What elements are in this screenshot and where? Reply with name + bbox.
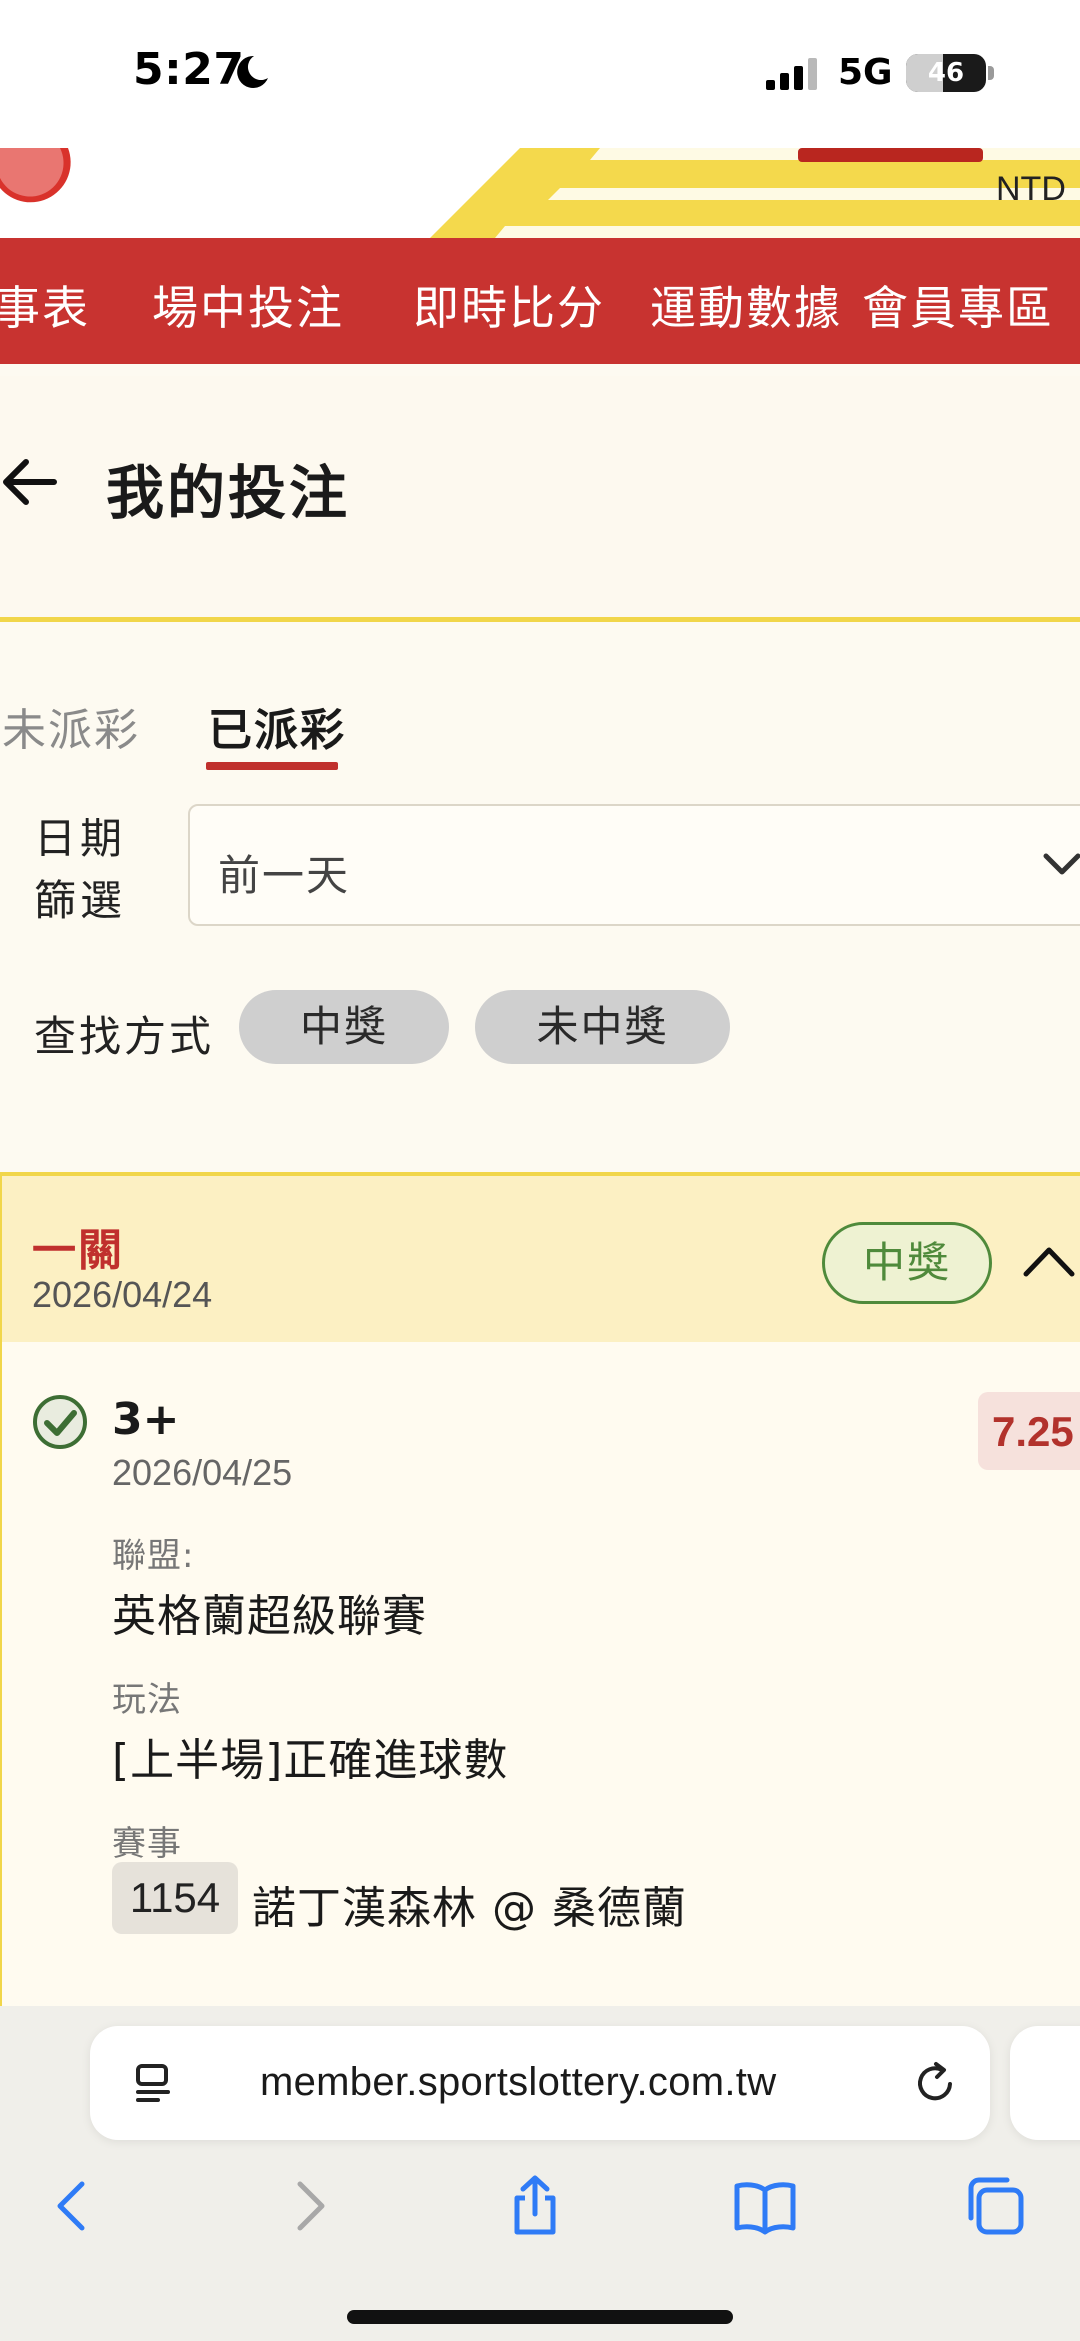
forward-icon[interactable] — [276, 2174, 340, 2238]
reload-icon[interactable] — [912, 2060, 958, 2106]
nav-item-member-area[interactable]: 會員專區 — [862, 272, 1054, 338]
back-arrow-icon[interactable] — [0, 454, 60, 510]
market-value: [上半場]正確進球數 — [112, 1735, 509, 1786]
odds-value: 7.25 — [992, 1408, 1074, 1455]
check-circle-icon — [33, 1395, 87, 1449]
event-code: 1154 — [112, 1862, 238, 1934]
bet-card-body: 3+ 2026/04/25 7.25 聯盟: 英格蘭超級聯賽 玩法 [上半場]正… — [0, 1342, 1080, 2006]
tabs-icon[interactable] — [963, 2174, 1027, 2238]
site-banner: NTD — [0, 148, 1080, 238]
bet-type: 一關 — [32, 1225, 124, 1276]
cellular-signal-icon — [766, 58, 817, 90]
main-nav: 事表 場中投注 即時比分 運動數據 會員專區 — [0, 238, 1080, 364]
page-menu-icon[interactable] — [134, 2062, 174, 2106]
network-type: 5G — [838, 52, 893, 93]
league-label: 聯盟: — [112, 1536, 195, 1576]
bet-date: 2026/04/24 — [32, 1274, 213, 1315]
match-date: 2026/04/25 — [112, 1452, 293, 1493]
battery-percent: 46 — [927, 58, 965, 88]
next-tab-address-bar[interactable] — [1010, 2026, 1080, 2140]
filter-win-button[interactable]: 中獎 — [239, 990, 449, 1064]
moon-icon — [237, 55, 268, 88]
tab-settled[interactable]: 已派彩 — [208, 694, 346, 758]
market-label: 玩法 — [112, 1680, 182, 1720]
active-tab-indicator — [206, 762, 338, 770]
nav-item-live-score[interactable]: 即時比分 — [413, 272, 605, 338]
filter-lose-button[interactable]: 未中獎 — [475, 990, 730, 1064]
banner-graphic — [0, 148, 1080, 238]
battery-cap — [988, 66, 994, 80]
battery-icon: 46 — [906, 54, 986, 92]
bet-card-header[interactable]: 一關 2026/04/24 中獎 — [0, 1172, 1080, 1342]
address-bar[interactable]: member.sportslottery.com.tw — [90, 2026, 990, 2140]
page-title: 我的投注 — [106, 459, 351, 527]
chevron-up-icon[interactable] — [1022, 1244, 1076, 1278]
date-filter-label: 日期篩選 — [34, 814, 127, 925]
status-bar: 5:27 5G 46 — [0, 0, 1080, 148]
chevron-down-icon — [1043, 853, 1080, 875]
browser-toolbar: member.sportslottery.com.tw — [0, 2006, 1080, 2341]
back-icon[interactable] — [42, 2174, 106, 2238]
event-name: 諾丁漢森林 @ 桑德蘭 — [252, 1883, 687, 1934]
page-header: 我的投注 — [0, 376, 1080, 622]
share-icon[interactable] — [503, 2174, 567, 2238]
league-value: 英格蘭超級聯賽 — [112, 1591, 427, 1642]
currency-label: NTD — [996, 170, 1066, 208]
win-status-badge: 中獎 — [822, 1222, 992, 1304]
status-time: 5:27 — [133, 44, 245, 95]
nav-item-schedule[interactable]: 事表 — [0, 272, 90, 338]
event-label: 賽事 — [112, 1824, 182, 1864]
bookmarks-icon[interactable] — [733, 2174, 797, 2238]
url-text: member.sportslottery.com.tw — [260, 2060, 777, 2104]
bet-selection: 3+ — [112, 1394, 180, 1445]
home-indicator — [347, 2310, 733, 2324]
date-filter-select[interactable]: 前一天 — [188, 804, 1080, 926]
nav-item-live-betting[interactable]: 場中投注 — [152, 272, 344, 338]
odds-badge: 7.25 — [978, 1392, 1080, 1470]
search-mode-label: 查找方式 — [34, 1012, 215, 1061]
date-filter-value: 前一天 — [218, 851, 351, 900]
tab-unsettled[interactable]: 未派彩 — [2, 694, 140, 758]
nav-item-sports-data[interactable]: 運動數據 — [650, 272, 842, 338]
